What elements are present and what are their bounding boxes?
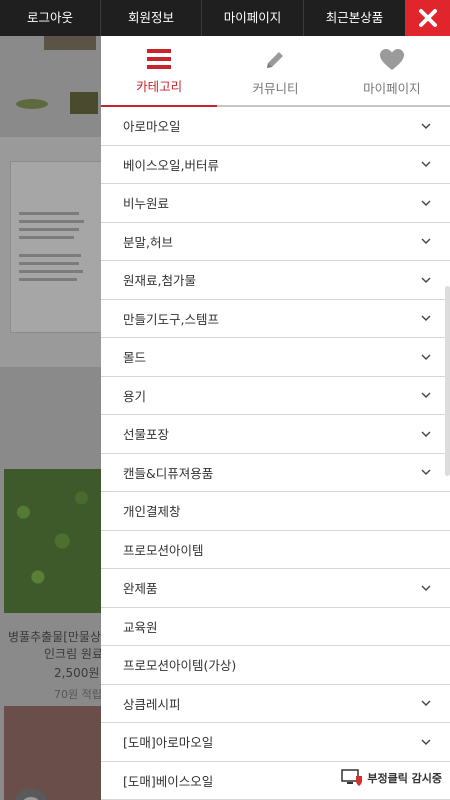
menu-item[interactable]: 아로마오일 <box>101 107 450 146</box>
drawer-tabs: 카테고리 커뮤니티 마이페이지 <box>101 36 450 107</box>
tab-mypage-label: 마이페이지 <box>363 81 421 96</box>
chevron-down-icon[interactable] <box>420 353 432 361</box>
menu-item[interactable]: 완제품 <box>101 569 450 608</box>
chevron-down-icon[interactable] <box>420 738 432 746</box>
product-name: 병풀추출물[만물상 <box>8 630 101 644</box>
menu-item[interactable]: 개인결제창 <box>101 492 450 531</box>
brand-logo <box>16 92 98 114</box>
background-info-card <box>10 161 101 333</box>
menu-item-label: 상큼레시피 <box>123 696 181 712</box>
menu-item-label: 베이스오일,버터류 <box>123 157 219 173</box>
chevron-down-icon[interactable] <box>420 160 432 168</box>
menu-item[interactable]: 캔들&디퓨져용품 <box>101 454 450 492</box>
chevron-down-icon[interactable] <box>420 468 432 476</box>
mypage-link[interactable]: 마이페이지 <box>202 0 304 36</box>
hamburger-icon <box>147 49 172 69</box>
menu-item[interactable]: 원재료,첨가물 <box>101 261 450 300</box>
recent-products-link[interactable]: 최근본상품 <box>304 0 405 36</box>
menu-item[interactable]: 교육원 <box>101 608 450 646</box>
menu-item-label: 개인결제창 <box>123 504 181 520</box>
menu-item[interactable]: 분말,허브 <box>101 223 450 261</box>
tab-community-label: 커뮤니티 <box>252 81 299 96</box>
menu-item-label: 교육원 <box>123 619 158 635</box>
top-bar: 로그아웃 회원정보 마이페이지 최근본상품 <box>0 0 450 36</box>
menu-item[interactable]: 베이스오일,버터류 <box>101 146 450 184</box>
menu-item-label: 캔들&디퓨져용품 <box>123 465 214 481</box>
category-menu: 아로마오일베이스오일,버터류비누원료분말,허브원재료,첨가물만들기도구,스템프몰… <box>101 107 450 800</box>
menu-item-label: [도매]아로마오일 <box>123 735 214 751</box>
close-icon <box>418 9 437 27</box>
scrollbar[interactable] <box>445 286 450 476</box>
monitor-shield-icon <box>341 769 363 786</box>
menu-item[interactable]: 프로모션아이템(가상) <box>101 646 450 685</box>
menu-item[interactable]: 만들기도구,스템프 <box>101 300 450 338</box>
menu-item-label: 프로모션아이템 <box>123 542 204 558</box>
product-points: 70원 적립 <box>54 688 101 701</box>
site-logo <box>44 36 96 50</box>
chevron-down-icon[interactable] <box>420 314 432 322</box>
menu-item-label: 만들기도구,스템프 <box>123 311 219 327</box>
tab-community[interactable]: 커뮤니티 <box>217 36 333 105</box>
menu-item-label: 원재료,첨가물 <box>123 273 196 289</box>
chat-icon <box>23 797 39 800</box>
product-name-2: 인크림 원료 <box>44 647 101 661</box>
product-image-2 <box>4 706 101 800</box>
menu-item-label: 선물포장 <box>123 427 170 443</box>
menu-item[interactable]: 몰드 <box>101 338 450 377</box>
product-image <box>4 469 101 613</box>
chevron-down-icon[interactable] <box>420 699 432 707</box>
chevron-down-icon[interactable] <box>420 584 432 592</box>
chevron-down-icon[interactable] <box>420 276 432 284</box>
chevron-down-icon[interactable] <box>420 391 432 399</box>
logout-link[interactable]: 로그아웃 <box>0 0 101 36</box>
menu-item-label: 비누원료 <box>123 196 170 212</box>
menu-item-label: [도매]베이스오일 <box>123 773 214 789</box>
menu-item-label: 몰드 <box>123 350 147 366</box>
fraud-click-monitor-badge: 부정클릭 감시중 <box>337 766 446 790</box>
close-button[interactable] <box>405 0 450 36</box>
menu-item[interactable]: [도매]아로마오일 <box>101 723 450 762</box>
chevron-down-icon[interactable] <box>420 237 432 245</box>
menu-item[interactable]: 용기 <box>101 377 450 415</box>
menu-item[interactable]: 상큼레시피 <box>101 685 450 723</box>
menu-item[interactable]: 선물포장 <box>101 415 450 454</box>
menu-item-label: 분말,허브 <box>123 234 173 250</box>
chevron-down-icon[interactable] <box>420 122 432 130</box>
pencil-icon <box>267 52 284 68</box>
chevron-down-icon[interactable] <box>420 199 432 207</box>
badge-label: 부정클릭 감시중 <box>367 772 442 785</box>
menu-item-label: 용기 <box>123 388 147 404</box>
background-page: 병풀추출물[만물상 인크림 원료 2,500원 70원 적립 <box>0 36 101 800</box>
chevron-down-icon[interactable] <box>420 430 432 438</box>
member-info-link[interactable]: 회원정보 <box>101 0 202 36</box>
chat-button[interactable] <box>14 788 48 800</box>
menu-item[interactable]: 비누원료 <box>101 184 450 223</box>
menu-item-label: 완제품 <box>123 581 158 597</box>
tab-category[interactable]: 카테고리 <box>101 36 218 107</box>
product-price: 2,500원 <box>54 666 100 680</box>
menu-item[interactable]: 프로모션아이템 <box>101 531 450 569</box>
heart-icon <box>379 49 404 70</box>
tab-mypage[interactable]: 마이페이지 <box>334 36 450 105</box>
menu-item-label: 프로모션아이템(가상) <box>123 658 237 674</box>
menu-item-label: 아로마오일 <box>123 119 181 135</box>
side-drawer: 카테고리 커뮤니티 마이페이지 아로마오일베이스오일,버터류비누원료분말,허브원… <box>101 36 450 800</box>
tab-category-label: 카테고리 <box>136 79 183 94</box>
